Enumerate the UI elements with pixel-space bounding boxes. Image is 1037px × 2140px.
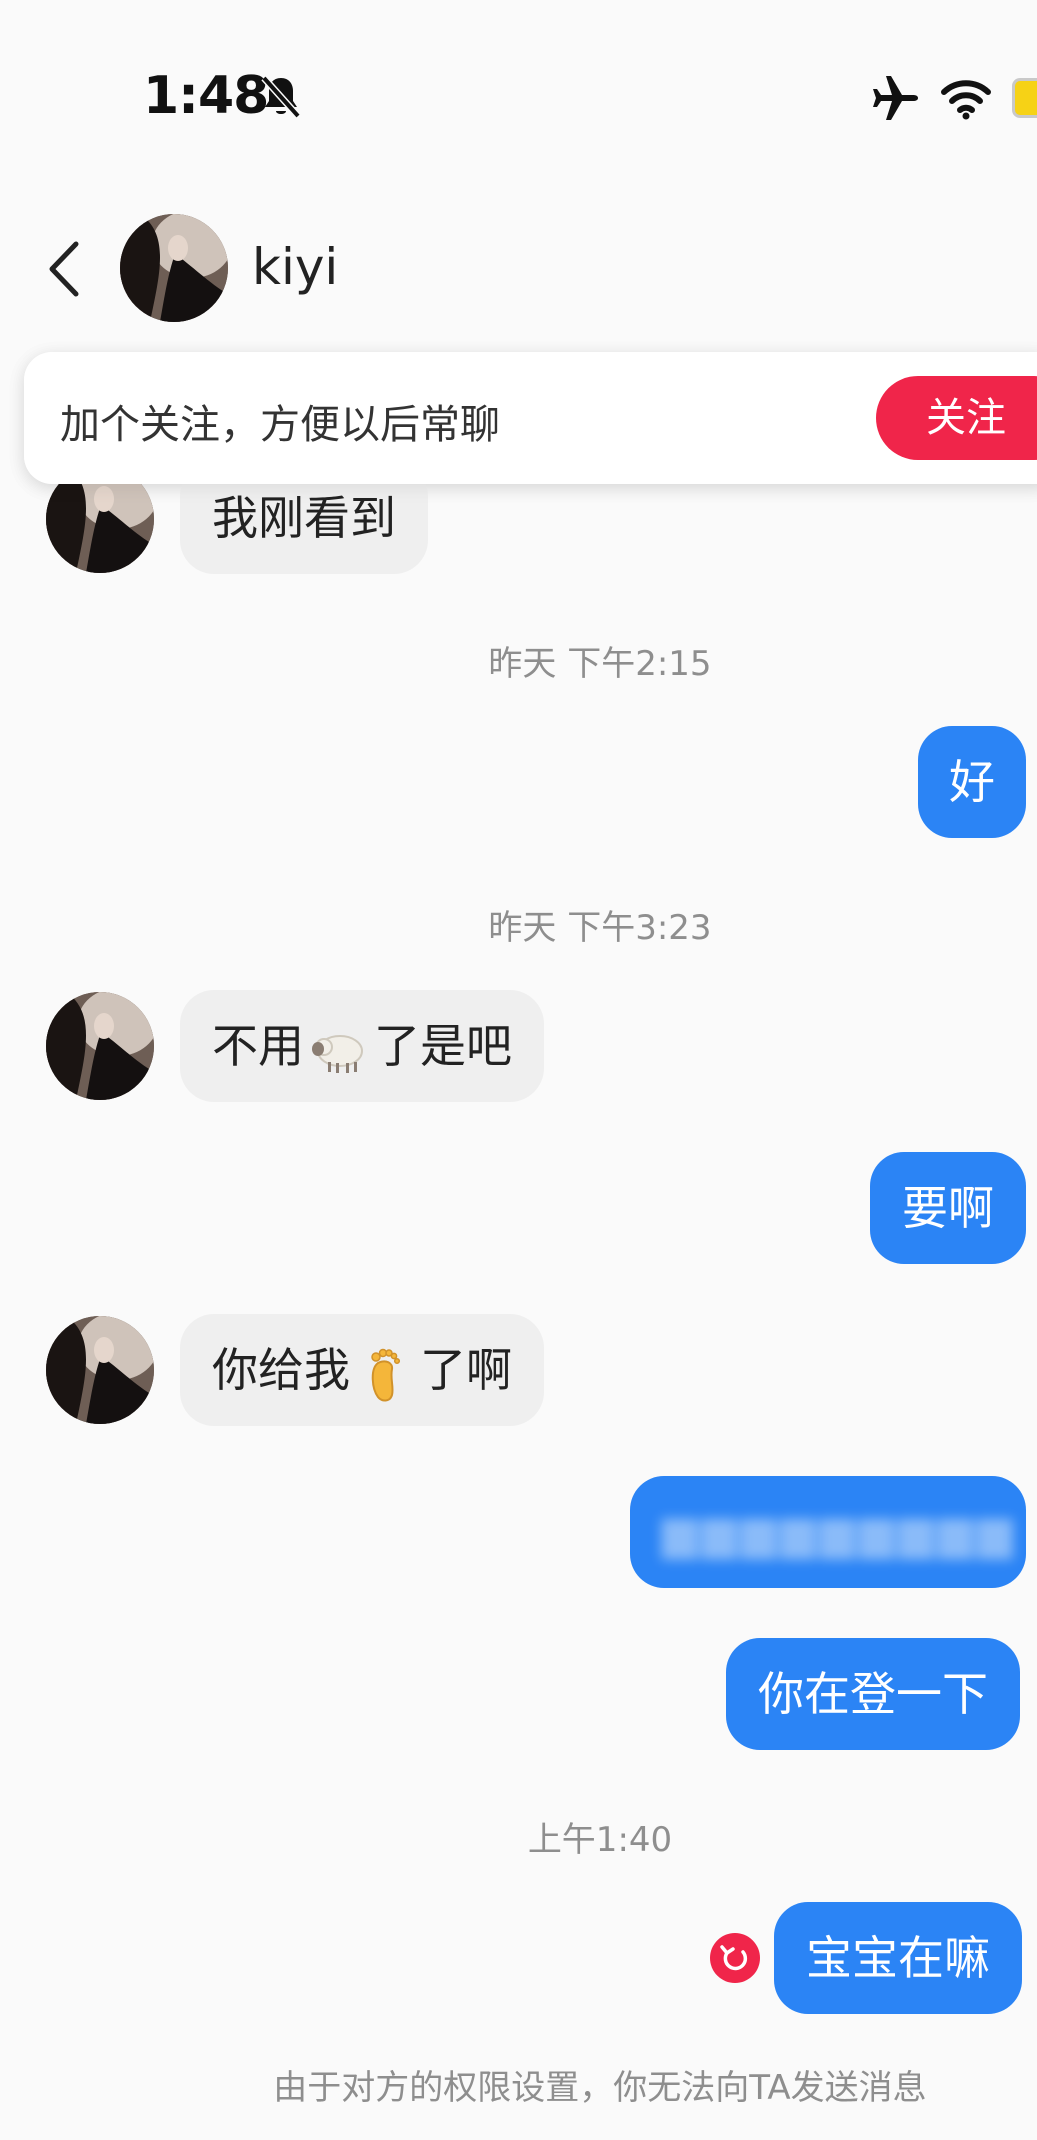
message-timestamp: 昨天 下午3:23 xyxy=(488,908,712,948)
status-bar: 1:48 xyxy=(0,0,1037,190)
message-text: 了啊 xyxy=(420,1343,512,1397)
message-avatar[interactable] xyxy=(46,1316,154,1424)
outgoing-message-failed[interactable]: 宝宝在嘛 xyxy=(774,1902,1022,2014)
contact-name[interactable]: kiyi xyxy=(252,238,338,296)
message-timestamp: 昨天 下午2:15 xyxy=(488,644,712,684)
status-time: 1:48 xyxy=(143,66,269,126)
chat-header: kiyi xyxy=(0,200,1037,340)
airplane-icon xyxy=(873,76,918,120)
wifi-icon xyxy=(941,80,991,120)
resend-icon[interactable] xyxy=(710,1933,760,1983)
sheep-emoji xyxy=(312,1034,363,1073)
outgoing-message[interactable]: 好 xyxy=(918,726,1026,838)
message-text: 了是吧 xyxy=(374,1019,512,1073)
incoming-message[interactable]: 不用 了是吧 xyxy=(180,990,544,1102)
incoming-message[interactable]: 你给我 了啊 xyxy=(180,1314,544,1426)
battery-icon xyxy=(1012,78,1037,118)
outgoing-message[interactable]: 要啊 xyxy=(870,1152,1026,1264)
back-button[interactable] xyxy=(40,234,90,304)
message-avatar[interactable] xyxy=(46,992,154,1100)
message-timestamp: 上午1:40 xyxy=(527,1820,673,1860)
outgoing-message[interactable]: 你在登一下 xyxy=(726,1638,1020,1750)
foot-emoji xyxy=(371,1348,401,1401)
bell-off-icon xyxy=(261,75,301,119)
follow-prompt-text: 加个关注，方便以后常聊 xyxy=(60,402,500,448)
blurred-text: ▆▆▆▆▆▆▆▆▆ xyxy=(662,1505,1017,1559)
permission-notice: 由于对方的权限设置，你无法向TA发送消息 xyxy=(273,2068,927,2108)
outgoing-message-blurred[interactable]: ▆▆▆▆▆▆▆▆▆ xyxy=(630,1476,1026,1588)
contact-avatar[interactable] xyxy=(120,214,228,322)
follow-button[interactable]: 关注 xyxy=(876,376,1037,460)
follow-banner-overlay: 加个关注，方便以后常聊 关注 xyxy=(24,352,1037,484)
message-text: 不用 xyxy=(212,1019,304,1073)
message-text: 你给我 xyxy=(212,1343,350,1397)
